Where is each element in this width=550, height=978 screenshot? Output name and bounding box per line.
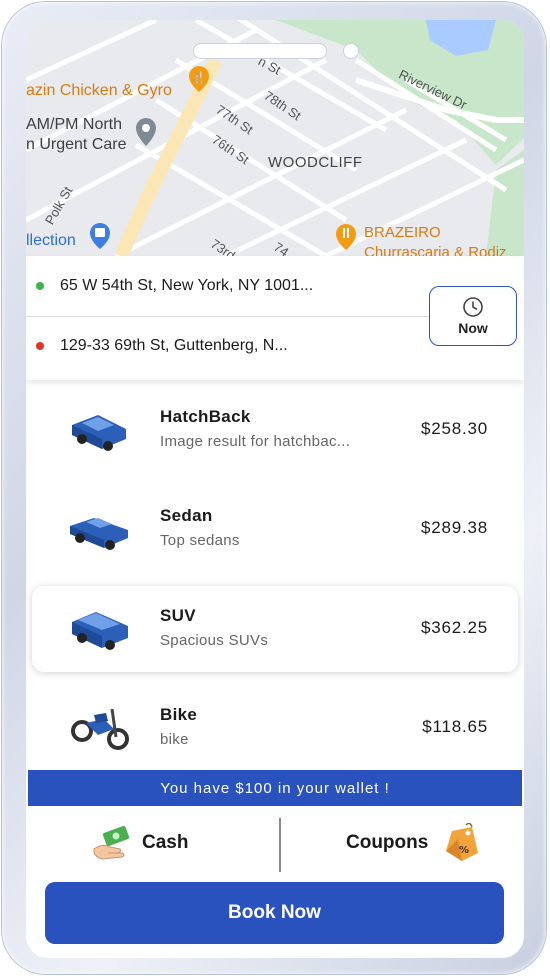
schedule-time-label: Now xyxy=(458,320,488,336)
vehicle-name: Sedan xyxy=(160,506,213,525)
motorbike-icon xyxy=(71,708,129,750)
vehicle-description: bike xyxy=(160,731,189,748)
drop-address-field[interactable]: 129-33 69th St, Guttenberg, N... xyxy=(26,318,426,374)
vehicle-description: Image result for hatchbac... xyxy=(160,433,351,450)
vehicle-option-sedan[interactable]: Sedan Top sedans $289.38 xyxy=(32,486,518,572)
schedule-time-button[interactable]: Now xyxy=(429,286,517,346)
poi-label[interactable]: azin Chicken & Gyro xyxy=(26,82,172,100)
shopping-pin-icon[interactable] xyxy=(90,223,110,249)
poi-label[interactable]: AM/PM North xyxy=(26,116,122,134)
vehicle-name: SUV xyxy=(160,606,196,625)
vehicle-name: Bike xyxy=(160,705,198,724)
book-now-button[interactable]: Book Now xyxy=(45,882,504,944)
poi-label[interactable]: llection xyxy=(26,232,76,250)
vehicle-price: $258.30 xyxy=(420,419,488,438)
coupons-label: Coupons xyxy=(346,832,429,853)
wallet-balance-banner: You have $100 in your wallet ! xyxy=(28,770,522,806)
vehicle-option-suv[interactable]: SUV Spacious SUVs $362.25 xyxy=(32,586,518,672)
pickup-dot-icon xyxy=(36,282,44,290)
svg-text:%: % xyxy=(459,845,469,856)
camera-notch xyxy=(344,44,358,58)
speaker-notch xyxy=(194,44,326,58)
suv-car-icon xyxy=(72,612,128,650)
area-label: WOODCLIFF xyxy=(268,154,363,171)
app-screen: 🍴 n St 78th St 77th St 76th St Polk St 7… xyxy=(26,20,524,958)
vehicle-name: HatchBack xyxy=(160,407,251,426)
pickup-address-field[interactable]: 65 W 54th St, New York, NY 1001... xyxy=(26,258,426,314)
drop-address-text: 129-33 69th St, Guttenberg, N... xyxy=(60,337,288,354)
vehicle-price: $362.25 xyxy=(420,618,488,637)
cash-payment-button[interactable]: Cash xyxy=(92,818,188,868)
cash-hand-icon xyxy=(93,825,130,860)
sedan-car-icon xyxy=(70,518,128,550)
vehicle-option-hatchback[interactable]: HatchBack Image result for hatchbac... $… xyxy=(32,387,518,473)
cash-label: Cash xyxy=(142,832,189,853)
poi-label[interactable]: BRAZEIRO xyxy=(364,224,441,241)
vehicle-description: Spacious SUVs xyxy=(160,632,269,649)
poi-label[interactable]: n Urgent Care xyxy=(26,136,127,154)
map-park xyxy=(486,150,524,256)
map-view[interactable]: 🍴 n St 78th St 77th St 76th St Polk St 7… xyxy=(26,20,524,256)
clock-icon xyxy=(463,297,483,317)
restaurant-pin-icon[interactable] xyxy=(336,224,356,250)
address-divider xyxy=(26,316,430,317)
coupon-tag-icon: % xyxy=(446,823,479,861)
pickup-address-text: 65 W 54th St, New York, NY 1001... xyxy=(60,277,314,294)
trip-address-card: 65 W 54th St, New York, NY 1001... 129-3… xyxy=(26,256,524,380)
hatchback-car-icon xyxy=(72,415,126,451)
coupons-button[interactable]: Coupons % xyxy=(346,818,480,868)
poi-label[interactable]: Churrascaria & Rodiz xyxy=(364,244,507,256)
payment-options: Cash Coupons % xyxy=(26,812,524,874)
vehicle-option-bike[interactable]: Bike bike $118.65 xyxy=(32,685,518,771)
medical-pin-icon[interactable] xyxy=(136,118,156,146)
svg-text:🍴: 🍴 xyxy=(192,71,206,84)
vehicle-description: Top sedans xyxy=(160,532,240,549)
vehicle-price: $118.65 xyxy=(422,717,488,736)
vehicle-price: $289.38 xyxy=(420,518,488,537)
payment-divider xyxy=(279,818,281,872)
drop-dot-icon xyxy=(36,342,44,350)
